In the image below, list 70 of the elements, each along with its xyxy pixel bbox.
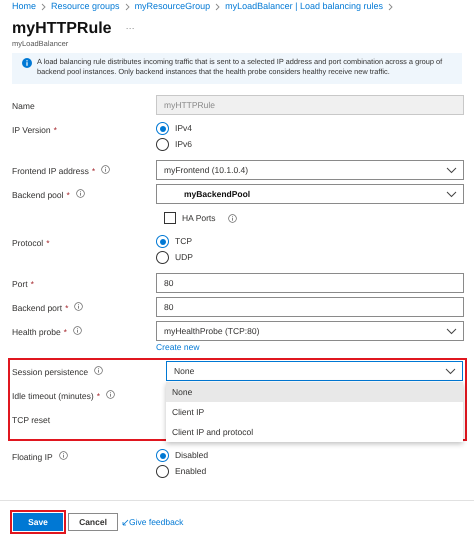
field-label: Name [12,100,35,113]
field-label: Floating IP [12,451,53,464]
info-icon[interactable] [76,189,85,198]
required-mark: * [92,165,96,178]
required-mark: * [30,278,34,291]
required-mark: * [46,237,50,250]
field-label: Protocol [12,237,44,250]
field-label: TCP reset [12,414,50,427]
field-label: Frontend IP address [12,165,89,178]
info-icon [22,58,32,68]
checkbox[interactable] [164,212,176,224]
field-label: Backend pool [12,189,64,202]
chevron-down-icon [446,328,457,334]
radio-button[interactable] [156,138,169,151]
more-button[interactable]: ··· [126,22,135,36]
info-icon[interactable] [72,326,82,335]
save-button[interactable]: Save [13,513,63,531]
field-label: Backend port [12,302,62,315]
chevron-down-icon [446,190,457,198]
radio-button[interactable] [156,465,169,478]
chevron-right-icon [388,3,394,11]
dropdown-option[interactable]: Client IP and protocol [166,422,463,442]
radio-label: IPv6 [175,138,192,151]
radio-button[interactable] [156,235,169,248]
radio-button[interactable] [156,122,169,135]
required-mark: * [96,390,100,403]
radio-label: UDP [175,251,193,264]
info-icon[interactable] [94,366,104,375]
field-label: Session persistence [12,366,88,379]
chevron-down-icon [445,368,456,374]
radio-button[interactable] [156,251,169,264]
field-label: Port [12,278,28,291]
field-label: Idle timeout (minutes) [12,390,94,403]
dropdown-option[interactable]: None [166,382,463,402]
checkbox-label: HA Ports [182,212,216,224]
chevron-right-icon [215,3,220,11]
required-mark: * [64,326,67,339]
dropdown-field[interactable]: myBackendPool [156,184,464,204]
cancel-button[interactable]: Cancel [68,513,118,531]
dropdown-field[interactable]: myFrontend (10.1.0.4) [156,160,464,180]
feedback-link[interactable]: Give feedback [129,516,184,528]
breadcrumb-link[interactable]: myResourceGroup [134,0,210,14]
field-label: Health probe [12,326,61,339]
radio-label: IPv4 [175,122,192,135]
radio-button[interactable] [156,449,169,462]
chevron-right-icon [124,3,130,11]
dropdown-option[interactable]: Client IP [166,402,463,422]
required-mark: * [66,189,70,202]
text-field[interactable]: 80 [156,297,464,317]
info-icon[interactable] [101,165,110,174]
info-icon[interactable] [228,214,237,222]
create-new-link[interactable]: Create new [156,341,464,353]
chevron-right-icon [41,3,46,11]
chevron-down-icon [446,166,457,174]
info-icon[interactable] [106,390,116,399]
required-mark: * [54,124,57,137]
required-mark: * [65,302,68,315]
page-title: myHTTPRule [12,20,112,38]
info-icon[interactable] [74,302,84,311]
dropdown-field[interactable]: myHealthProbe (TCP:80) [156,321,464,341]
field-label: IP Version [12,124,51,137]
radio-label: TCP [175,235,192,248]
radio-label: Disabled [175,449,208,462]
info-icon[interactable] [58,451,68,460]
breadcrumb-link[interactable]: Resource groups [51,0,120,14]
dropdown-field[interactable]: None [166,361,463,381]
radio-label: Enabled [175,465,206,478]
breadcrumb-link[interactable]: Home [12,0,36,14]
text-field[interactable]: 80 [156,273,464,293]
breadcrumb-link[interactable]: myLoadBalancer | Load balancing rules [225,0,384,14]
